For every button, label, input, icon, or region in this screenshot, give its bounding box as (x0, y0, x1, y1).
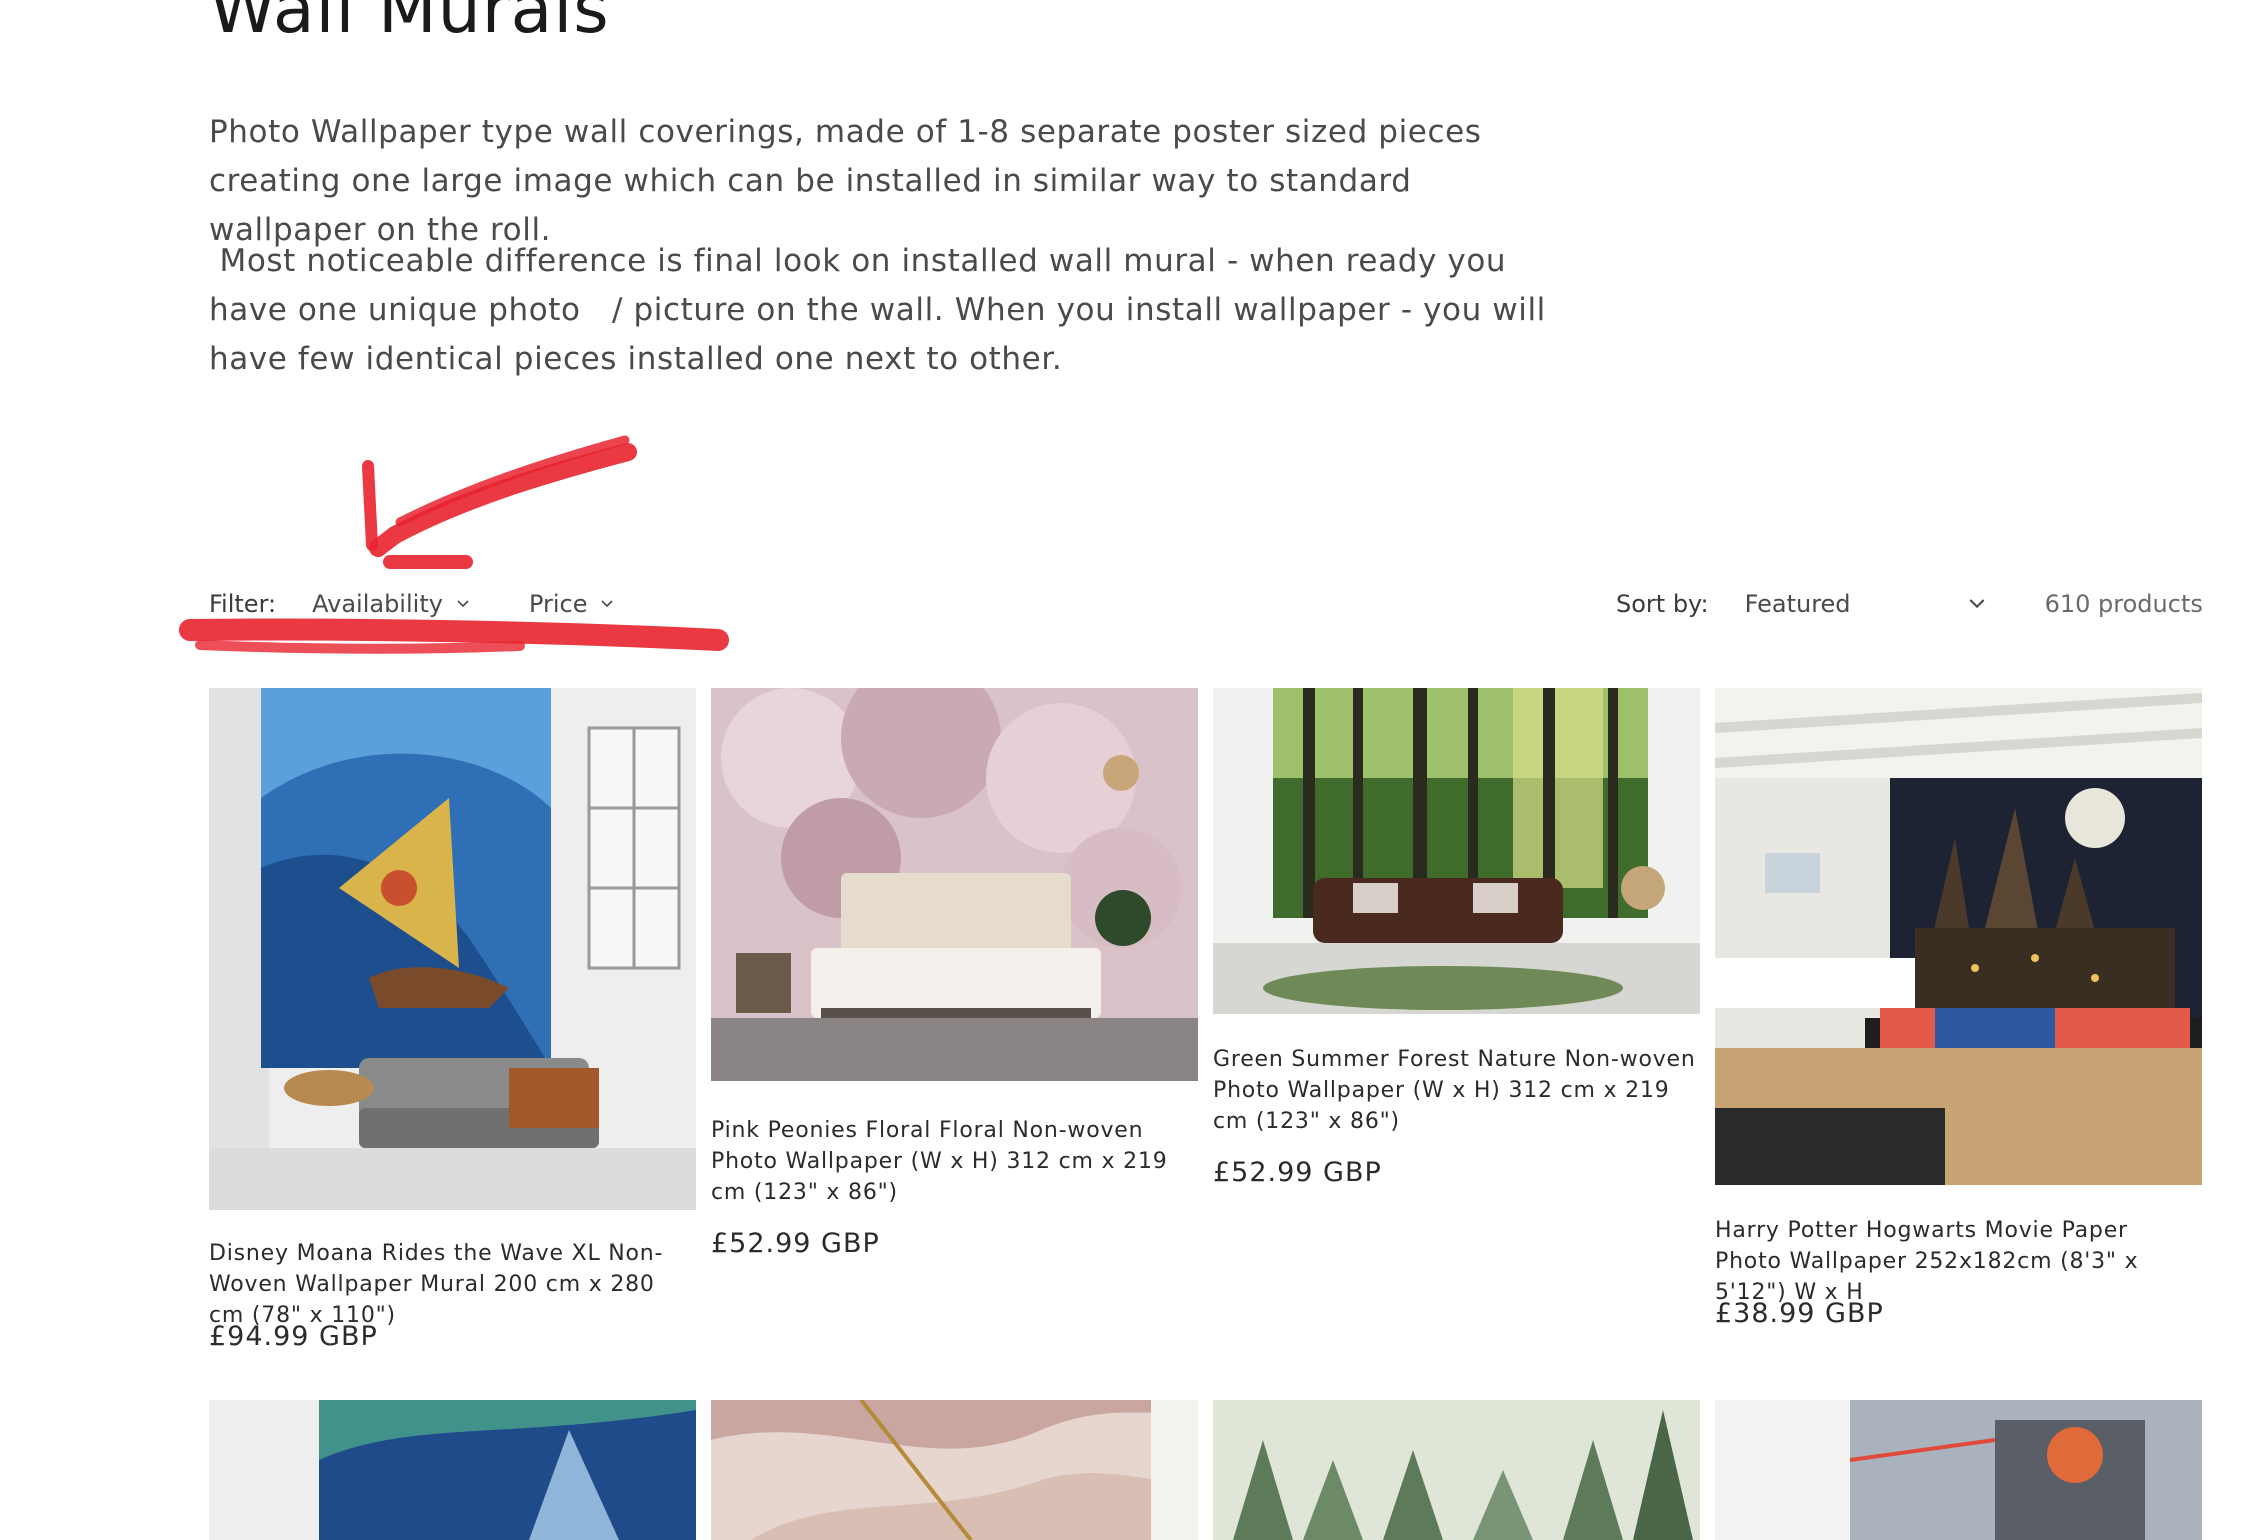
product-image[interactable] (711, 688, 1198, 1081)
chevron-down-icon (1969, 599, 1985, 609)
product-name[interactable]: Pink Peonies Floral Floral Non-woven Pho… (711, 1115, 1198, 1208)
availability-filter-label: Availability (312, 590, 443, 618)
product-price: £52.99 GBP (711, 1228, 880, 1259)
product-name[interactable]: Harry Potter Hogwarts Movie Paper Photo … (1715, 1215, 2202, 1308)
filter-label: Filter: (209, 590, 277, 618)
product-image[interactable] (1715, 1400, 2202, 1540)
collection-description-1: Photo Wallpaper type wall coverings, mad… (209, 114, 1482, 248)
product-image[interactable] (209, 688, 696, 1210)
sort-select[interactable]: Featured (1745, 590, 1985, 618)
chevron-down-icon (601, 600, 614, 608)
product-count: 610 products (2044, 590, 2203, 618)
price-filter[interactable]: Price (529, 590, 614, 618)
collection-description-2: Most noticeable difference is final look… (209, 243, 1557, 377)
product-image[interactable] (711, 1400, 1198, 1540)
sort-bar: Sort by: Featured 610 products (1616, 584, 2203, 624)
product-price: £38.99 GBP (1715, 1298, 1884, 1329)
collection-page: Wall Murals Photo Wallpaper type wall co… (0, 0, 2264, 1540)
filter-bar: Filter: Availability Price (209, 584, 614, 624)
product-price: £94.99 GBP (209, 1321, 378, 1352)
product-image[interactable] (209, 1400, 696, 1540)
product-name[interactable]: Green Summer Forest Nature Non-woven Pho… (1213, 1044, 1700, 1137)
price-filter-label: Price (528, 590, 588, 618)
product-name[interactable]: Disney Moana Rides the Wave XL Non-Woven… (209, 1238, 696, 1331)
sort-label: Sort by: (1616, 590, 1709, 618)
chevron-down-icon (457, 600, 469, 608)
availability-filter[interactable]: Availability (312, 590, 469, 618)
page-title: Wall Murals (209, 0, 610, 49)
sort-selected-value: Featured (1744, 590, 1851, 618)
product-image[interactable] (1715, 688, 2202, 1185)
product-price: £52.99 GBP (1213, 1157, 1382, 1188)
product-image[interactable] (1213, 688, 1700, 1014)
product-image[interactable] (1213, 1400, 1700, 1540)
